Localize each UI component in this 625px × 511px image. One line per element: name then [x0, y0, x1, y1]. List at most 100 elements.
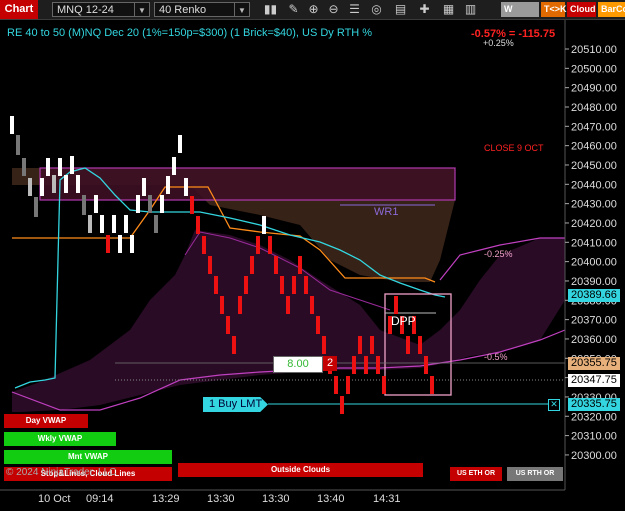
renko-brick [298, 256, 302, 274]
properties-icon[interactable]: ☰ [346, 1, 363, 18]
renko-brick [112, 215, 116, 233]
renko-brick [172, 157, 176, 175]
renko-brick [394, 296, 398, 314]
renko-brick [238, 296, 242, 314]
renko-brick [268, 236, 272, 254]
cloud-band-dark [40, 168, 455, 200]
renko-brick [94, 195, 98, 213]
renko-brick [208, 256, 212, 274]
time-tick-label: 09:14 [86, 493, 114, 505]
renko-brick [178, 135, 182, 153]
renko-brick [34, 197, 38, 217]
chart-toolbar: Chart MNQ 12-24 ▼ 40 Renko ▼ ▮▮ ✎ ⊕ ⊖ ☰ … [0, 0, 625, 29]
instrument-selector[interactable]: MNQ 12-24 ▼ [52, 2, 150, 17]
close-label: CLOSE 9 OCT [484, 143, 544, 153]
order-quantity-field[interactable]: 8.00 [273, 356, 323, 373]
renko-brick [376, 356, 380, 374]
bar-type-selector[interactable]: 40 Renko ▼ [154, 2, 250, 17]
us-eth-or-button[interactable]: US ETH OR [450, 467, 502, 481]
price-tick-label: 20470.00 [571, 121, 617, 133]
chart-trader-icon[interactable]: ▥ [462, 1, 479, 18]
renko-brick [220, 296, 224, 314]
renko-brick [10, 116, 14, 134]
renko-brick [406, 336, 410, 354]
renko-brick [280, 276, 284, 294]
renko-brick [424, 356, 428, 374]
price-tick-label: 20370.00 [571, 315, 617, 327]
barco-toggle-button[interactable]: BarCo [598, 2, 625, 17]
price-tick-label: 20490.00 [571, 83, 617, 95]
renko-brick [40, 178, 44, 196]
renko-brick [124, 215, 128, 233]
renko-brick [142, 178, 146, 196]
renko-brick [418, 336, 422, 354]
last-price-marker: 20347.75 [568, 374, 620, 387]
renko-brick [130, 235, 134, 253]
mnt-vwap-button[interactable]: Mnt VWAP [4, 450, 172, 464]
data-box-icon[interactable]: ▦ [440, 1, 457, 18]
renko-brick [352, 356, 356, 374]
zoom-in-icon[interactable]: ⊕ [305, 1, 322, 18]
template-icon[interactable]: ▤ [392, 1, 409, 18]
cloud-toggle-button[interactable]: Cloud [567, 2, 596, 17]
time-tick-label: 13:30 [262, 493, 290, 505]
cancel-order-icon[interactable]: ✕ [548, 399, 560, 411]
renko-brick [190, 196, 194, 214]
chart-menu-button[interactable]: Chart [0, 0, 38, 19]
renko-brick [274, 256, 278, 274]
order-count-badge[interactable]: 2 [323, 356, 337, 371]
chevron-down-icon[interactable]: ▼ [234, 3, 249, 16]
price-tick-label: 20400.00 [571, 257, 617, 269]
outside-clouds-button[interactable]: Outside Clouds [178, 463, 423, 477]
renko-brick [232, 336, 236, 354]
wkly-vwap-button[interactable]: Wkly VWAP [4, 432, 116, 446]
renko-brick [430, 376, 434, 394]
tk-toggle-button[interactable]: T<>K [541, 2, 567, 17]
global-draw-icon[interactable]: ✚ [416, 1, 433, 18]
renko-brick [226, 316, 230, 334]
zoom-out-icon[interactable]: ⊖ [325, 1, 342, 18]
price-tick-label: 20440.00 [571, 179, 617, 191]
renko-brick [154, 215, 158, 233]
renko-brick [196, 216, 200, 234]
renko-brick [64, 175, 68, 193]
renko-brick [256, 236, 260, 254]
renko-brick [28, 178, 32, 196]
price-tick-label: 20300.00 [571, 450, 617, 462]
buy-limit-order-tag[interactable]: 1 Buy LMT [203, 397, 268, 412]
strategy-icon[interactable]: ◎ [368, 1, 385, 18]
us-rth-or-button[interactable]: US RTH OR [507, 467, 563, 481]
cyan-price-marker: 20389.66 [568, 289, 620, 302]
renko-brick [316, 316, 320, 334]
price-tick-label: 20420.00 [571, 218, 617, 230]
renko-brick [136, 195, 140, 213]
pct-change-label: +0.25% [483, 38, 514, 48]
price-tick-label: 20460.00 [571, 141, 617, 153]
renko-brick [244, 276, 248, 294]
renko-brick [304, 276, 308, 294]
chevron-down-icon[interactable]: ▼ [134, 3, 149, 16]
renko-brick [46, 158, 50, 176]
renko-brick [58, 158, 62, 176]
minus-05-label: -0.5% [484, 352, 508, 362]
price-tick-label: 20310.00 [571, 431, 617, 443]
renko-brick [322, 336, 326, 354]
renko-brick [262, 216, 266, 234]
bar-style-icon[interactable]: ▮▮ [262, 1, 279, 18]
renko-brick [340, 396, 344, 414]
renko-brick [106, 235, 110, 253]
day-vwap-button[interactable]: Day VWAP [4, 414, 88, 428]
price-tick-label: 20510.00 [571, 44, 617, 56]
minus-025-label: -0.25% [484, 249, 513, 259]
tan-price-marker: 20355.75 [568, 357, 620, 370]
time-tick-label: 13:29 [152, 493, 180, 505]
instrument-label: MNQ 12-24 [57, 4, 114, 16]
renko-brick [148, 195, 152, 213]
renko-brick [100, 215, 104, 233]
drawing-tools-icon[interactable]: ✎ [285, 1, 302, 18]
time-tick-label: 13:40 [317, 493, 345, 505]
renko-brick [310, 296, 314, 314]
vwap-toggle-button[interactable]: W VWAP [501, 2, 539, 29]
buy-price-marker: 20335.75 [568, 398, 620, 411]
price-tick-label: 20430.00 [571, 199, 617, 211]
